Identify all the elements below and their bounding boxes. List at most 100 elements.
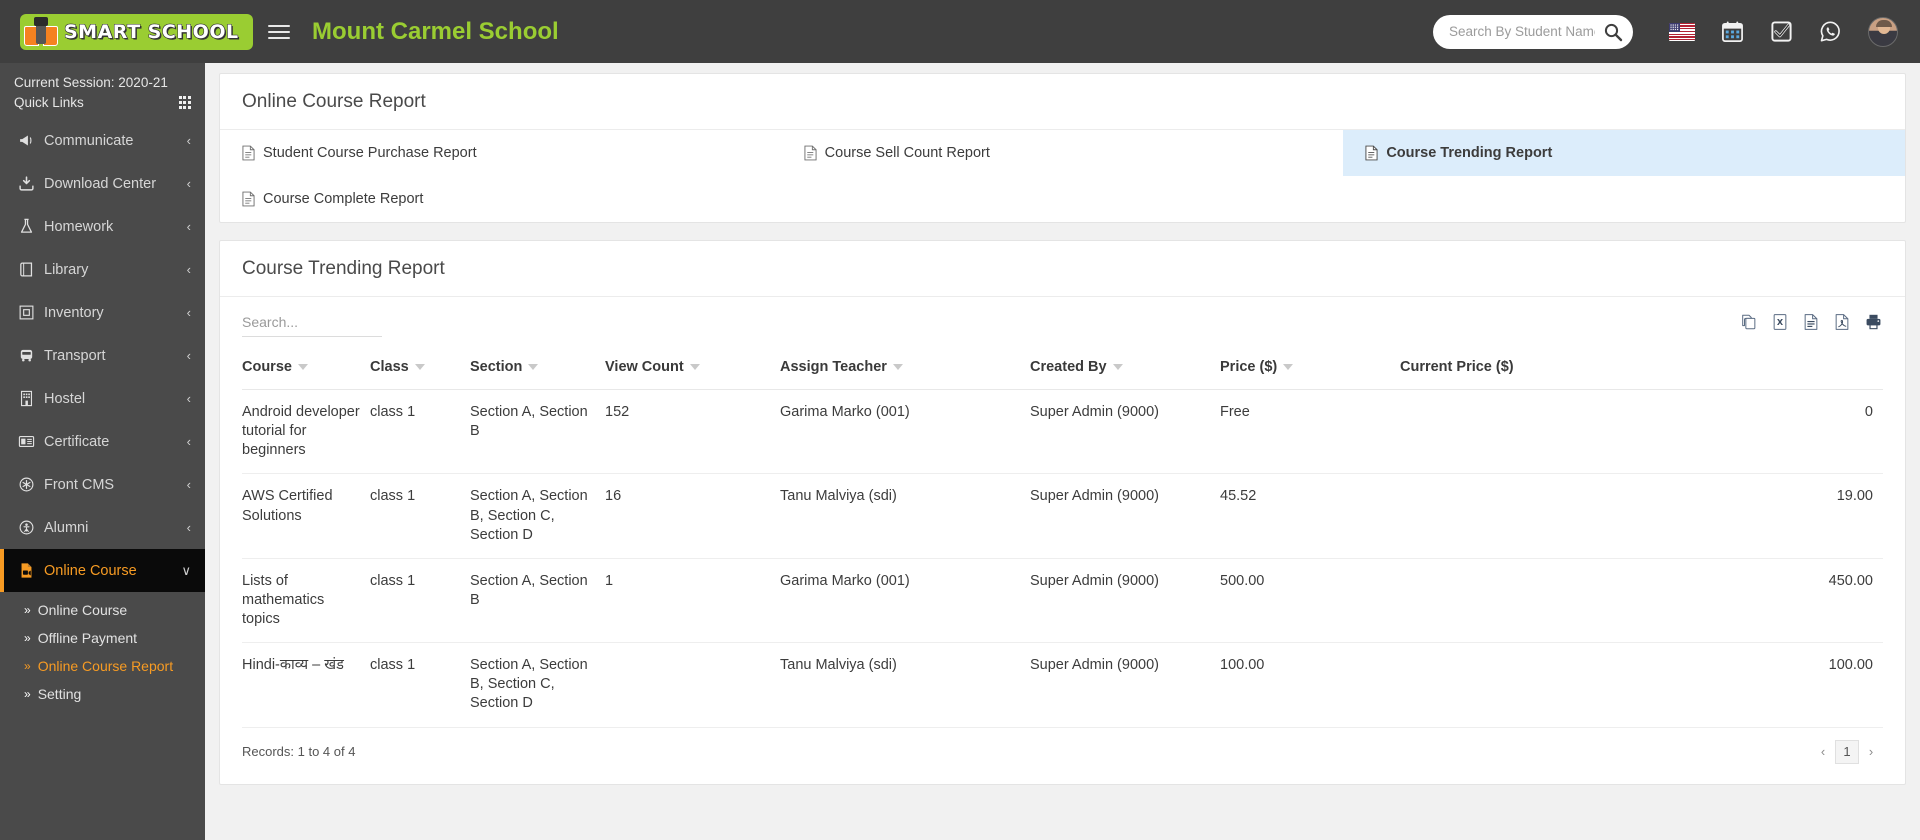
tab-course-complete-report[interactable]: Course Complete Report <box>220 176 782 222</box>
table-body: X <box>220 297 1905 784</box>
sidebar-item-communicate[interactable]: Communicate ‹ <box>0 119 205 162</box>
print-icon[interactable] <box>1864 313 1883 336</box>
quick-links-label: Quick Links <box>14 95 84 110</box>
cell-section: Section A, Section B <box>470 558 605 644</box>
sidebar-item-label: Homework <box>44 218 114 235</box>
tab-course-trending-report[interactable]: Course Trending Report <box>1343 130 1905 176</box>
sidebar-item-label: Library <box>44 261 89 278</box>
grid-icon[interactable] <box>178 96 191 109</box>
sidebar-item-certificate[interactable]: Certificate ‹ <box>0 420 205 463</box>
sidebar-item-transport[interactable]: Transport ‹ <box>0 334 205 377</box>
chevron-left-icon: ‹ <box>186 176 191 191</box>
sidebar-item-inventory[interactable]: Inventory ‹ <box>0 291 205 334</box>
search-icon[interactable] <box>1603 22 1623 42</box>
sidebar-item-online-course[interactable]: Online Course ∨ <box>0 549 205 592</box>
cell-course: Android developer tutorial for beginners <box>242 389 370 475</box>
column-header-course[interactable]: Course <box>242 351 370 390</box>
cell-course: Lists of mathematics topics <box>242 558 370 644</box>
sidebar-menu: Communicate ‹ Download Center ‹ Homework… <box>0 119 205 592</box>
chevron-left-icon: ‹ <box>186 133 191 148</box>
app-logo[interactable]: SMART SCHOOL <box>0 0 253 63</box>
sidebar-item-download-center[interactable]: Download Center ‹ <box>0 162 205 205</box>
whatsapp-icon[interactable] <box>1819 20 1842 43</box>
sidebar-subitem-setting[interactable]: » Setting <box>0 680 205 708</box>
sidebar-item-label: Hostel <box>44 390 86 407</box>
csv-icon[interactable] <box>1802 313 1820 336</box>
cell-assign-teacher: Garima Marko (001) <box>780 558 1030 644</box>
cell-view-count: 152 <box>605 389 780 475</box>
sidebar-item-alumni[interactable]: Alumni ‹ <box>0 506 205 549</box>
table-row[interactable]: Lists of mathematics topics class 1 Sect… <box>242 558 1883 644</box>
tab-label: Student Course Purchase Report <box>263 145 477 161</box>
flag-usa-icon[interactable] <box>1669 22 1695 41</box>
pdf-icon[interactable] <box>1833 313 1851 336</box>
cell-course: Hindi-काव्य – खंड <box>242 642 370 728</box>
column-label: Class <box>370 359 409 375</box>
main-content: Online Course Report Student Course Purc… <box>205 63 1920 840</box>
column-header-view-count[interactable]: View Count <box>605 351 780 390</box>
table-row[interactable]: AWS Certified Solutions class 1 Section … <box>242 473 1883 559</box>
cell-price: 100.00 <box>1220 642 1400 728</box>
sidebar-item-homework[interactable]: Homework ‹ <box>0 205 205 248</box>
column-header-class[interactable]: Class <box>370 351 470 390</box>
cell-class: class 1 <box>370 473 470 559</box>
sidebar-item-front-cms[interactable]: Front CMS ‹ <box>0 463 205 506</box>
pagination-next[interactable]: › <box>1859 740 1883 764</box>
table-search-input[interactable] <box>242 311 382 337</box>
top-header: SMART SCHOOL Mount Carmel School <box>0 0 1920 63</box>
inventory-icon <box>18 304 44 321</box>
sidebar-subitem-online-course-report[interactable]: » Online Course Report <box>0 652 205 680</box>
sidebar: Current Session: 2020-21 Quick Links Com… <box>0 63 205 840</box>
excel-icon[interactable]: X <box>1771 313 1789 336</box>
pagination-prev[interactable]: ‹ <box>1811 740 1835 764</box>
document-icon <box>242 191 255 207</box>
cell-created-by: Super Admin (9000) <box>1030 389 1220 475</box>
sidebar-item-label: Inventory <box>44 304 104 321</box>
records-info: Records: 1 to 4 of 4 <box>242 744 356 759</box>
logo-badge: SMART SCHOOL <box>20 13 253 50</box>
column-label: Course <box>242 359 292 375</box>
cell-section: Section A, Section B, Section C, Section… <box>470 642 605 728</box>
copy-icon[interactable] <box>1740 313 1758 336</box>
menu-icon[interactable] <box>268 24 290 39</box>
chevron-double-right-icon: » <box>24 687 31 701</box>
column-header-price[interactable]: Price ($) <box>1220 351 1400 390</box>
table-row[interactable]: Hindi-काव्य – खंड class 1 Section A, Sec… <box>242 642 1883 728</box>
cell-current-price: 19.00 <box>1400 473 1883 559</box>
sidebar-subitem-label: Setting <box>37 686 82 702</box>
column-header-section[interactable]: Section <box>470 351 605 390</box>
sidebar-item-label: Front CMS <box>44 476 115 493</box>
check-square-icon[interactable] <box>1770 20 1793 43</box>
course-trending-table: Course Class Section View Count Assign T… <box>242 351 1883 728</box>
sidebar-subitem-label: Offline Payment <box>37 630 138 646</box>
document-icon <box>1365 145 1378 161</box>
tab-label: Course Sell Count Report <box>824 145 990 161</box>
column-label: View Count <box>605 359 684 375</box>
sidebar-subitem-online-course[interactable]: » Online Course <box>0 596 205 624</box>
column-header-created-by[interactable]: Created By <box>1030 351 1220 390</box>
tab-student-course-purchase-report[interactable]: Student Course Purchase Report <box>220 130 782 176</box>
logo-text: SMART SCHOOL <box>64 20 239 43</box>
cell-price: 500.00 <box>1220 558 1400 644</box>
table-row[interactable]: Android developer tutorial for beginners… <box>242 389 1883 475</box>
sidebar-item-hostel[interactable]: Hostel ‹ <box>0 377 205 420</box>
column-header-assign-teacher[interactable]: Assign Teacher <box>780 351 1030 390</box>
avatar[interactable] <box>1868 16 1898 47</box>
sidebar-subitem-label: Online Course Report <box>37 658 174 674</box>
search-input[interactable] <box>1449 24 1595 39</box>
tab-course-sell-count-report[interactable]: Course Sell Count Report <box>782 130 1344 176</box>
cell-created-by: Super Admin (9000) <box>1030 473 1220 559</box>
column-header-current-price[interactable]: Current Price ($) <box>1400 351 1883 390</box>
cell-assign-teacher: Tanu Malviya (sdi) <box>780 473 1030 559</box>
pagination-page-1[interactable]: 1 <box>1835 739 1859 764</box>
cell-created-by: Super Admin (9000) <box>1030 642 1220 728</box>
global-search[interactable] <box>1433 14 1633 49</box>
calendar-icon[interactable] <box>1721 20 1744 43</box>
cell-view-count: 16 <box>605 473 780 559</box>
sidebar-subitem-offline-payment[interactable]: » Offline Payment <box>0 624 205 652</box>
quick-links-row[interactable]: Quick Links <box>14 93 191 117</box>
chevron-left-icon: ‹ <box>186 391 191 406</box>
book-graduate-icon <box>24 16 58 47</box>
cell-class: class 1 <box>370 642 470 728</box>
sidebar-item-library[interactable]: Library ‹ <box>0 248 205 291</box>
